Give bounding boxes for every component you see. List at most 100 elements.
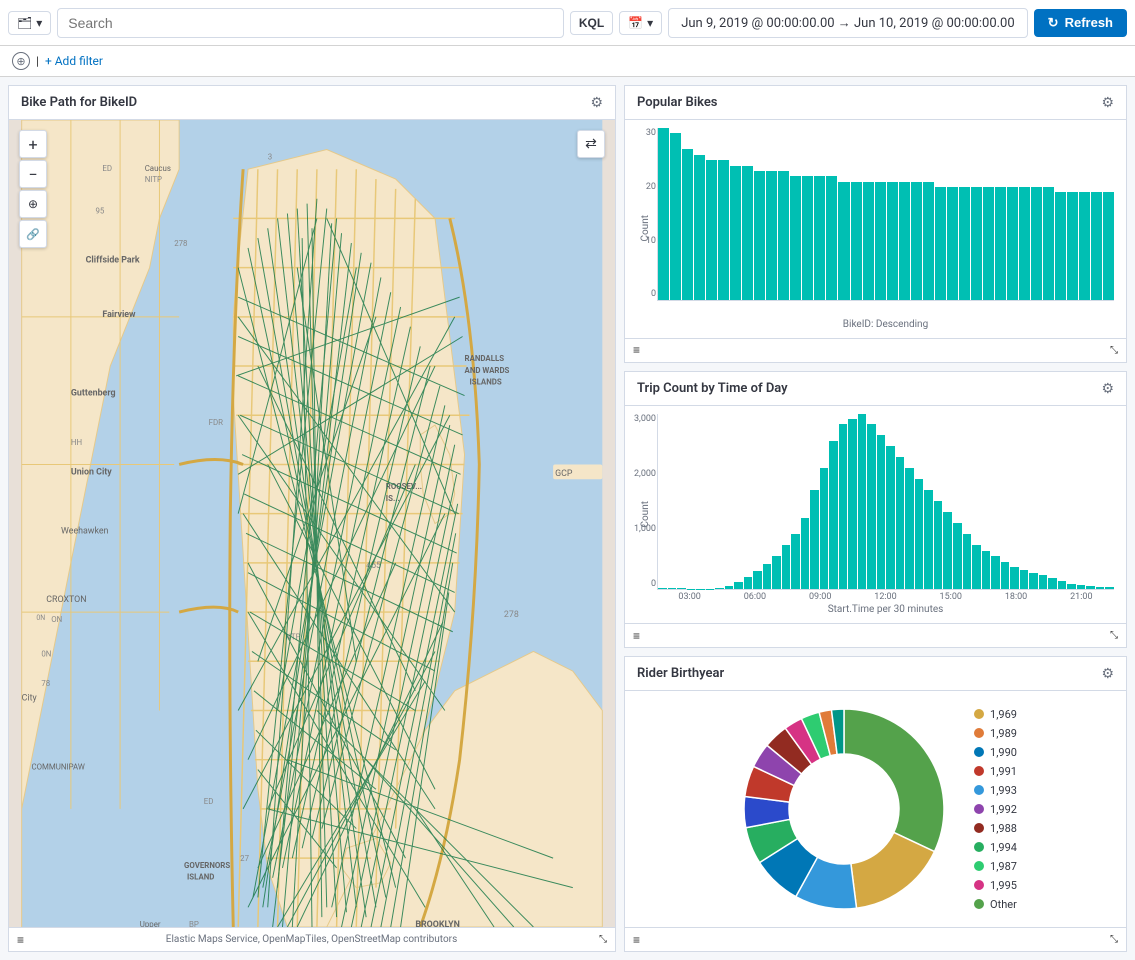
- bar: [991, 556, 1000, 589]
- bar: [953, 523, 962, 589]
- filter-options-button[interactable]: ⊕: [12, 52, 30, 70]
- bar: [972, 545, 981, 589]
- filter-divider: |: [36, 54, 39, 68]
- index-selector[interactable]: 🗂 ▾: [8, 11, 51, 35]
- refresh-label: Refresh: [1065, 15, 1113, 30]
- trip-count-footer: ≡ ⤡: [625, 623, 1126, 647]
- bar: [1019, 187, 1030, 300]
- chart-list-icon[interactable]: ≡: [633, 629, 640, 643]
- bar: [694, 155, 705, 300]
- bar: [810, 490, 819, 589]
- chart-expand-icon[interactable]: ⤡: [1110, 345, 1118, 356]
- bar: [995, 187, 1006, 300]
- bar: [658, 588, 667, 589]
- crosshair-button[interactable]: ⊕: [19, 190, 47, 218]
- legend-item: 1,989: [974, 727, 1017, 740]
- date-range-display[interactable]: Jun 9, 2019 @ 00:00:00.00 → Jun 10, 2019…: [668, 8, 1027, 38]
- bar: [820, 468, 829, 589]
- legend-item: 1,993: [974, 784, 1017, 797]
- bar: [1105, 587, 1114, 589]
- donut-chart: [734, 699, 954, 919]
- bar: [706, 160, 717, 299]
- popular-bikes-gear-button[interactable]: ⚙: [1101, 94, 1114, 111]
- map-toggle-button[interactable]: ⇄: [577, 130, 605, 158]
- bar: [670, 133, 681, 299]
- rider-birthyear-panel: Rider Birthyear ⚙ 1,9691,9891,9901,9911,…: [624, 656, 1127, 952]
- rider-birthyear-footer: ≡ ⤡: [625, 927, 1126, 951]
- add-filter-button[interactable]: + Add filter: [45, 54, 103, 68]
- legend-dot: [974, 861, 984, 871]
- bar: [826, 176, 837, 299]
- rider-birthyear-gear-button[interactable]: ⚙: [1101, 665, 1114, 682]
- bar: [668, 588, 677, 589]
- trip-count-x-title: Start.Time per 30 minutes: [657, 604, 1114, 615]
- popular-bikes-bar-group: [658, 128, 1114, 300]
- bar: [839, 424, 848, 589]
- link-button[interactable]: 🔗: [19, 220, 47, 248]
- legend-label: 1,994: [990, 841, 1017, 854]
- map-gear-button[interactable]: ⚙: [590, 94, 603, 111]
- chart-list-icon[interactable]: ≡: [633, 933, 640, 947]
- bar: [1067, 584, 1076, 589]
- zoom-out-button[interactable]: −: [19, 160, 47, 188]
- trip-count-gear-button[interactable]: ⚙: [1101, 380, 1114, 397]
- chart-expand-icon[interactable]: ⤡: [1110, 934, 1118, 945]
- map-container[interactable]: GCP Cliffside Park 95 Fairview Guttenber…: [9, 120, 615, 927]
- bar: [915, 479, 924, 589]
- trip-count-title: Trip Count by Time of Day: [637, 381, 788, 396]
- bike-paths-overlay: [9, 120, 615, 927]
- bar: [851, 182, 862, 300]
- bar: [848, 419, 857, 589]
- chevron-down-icon: ▾: [647, 16, 653, 30]
- bar: [886, 446, 895, 589]
- bar: [1048, 578, 1057, 589]
- bar: [899, 182, 910, 300]
- bar: [1043, 187, 1054, 300]
- bar: [1010, 567, 1019, 589]
- bar: [1096, 587, 1105, 589]
- list-icon[interactable]: ≡: [17, 933, 24, 947]
- bar: [934, 501, 943, 589]
- bar: [1091, 192, 1102, 299]
- legend-item: 1,995: [974, 879, 1017, 892]
- chart-list-icon[interactable]: ≡: [633, 343, 640, 357]
- legend-dot: [974, 804, 984, 814]
- legend-label: 1,991: [990, 765, 1017, 778]
- bar: [1029, 573, 1038, 589]
- bar: [766, 171, 777, 300]
- kql-button[interactable]: KQL: [570, 11, 613, 35]
- rider-birthyear-title: Rider Birthyear: [637, 666, 724, 681]
- y-tick: 20: [646, 182, 656, 192]
- calendar-button[interactable]: 📅 ▾: [619, 11, 662, 35]
- refresh-button[interactable]: ↻ Refresh: [1034, 9, 1127, 37]
- y-tick: 2,000: [634, 469, 656, 479]
- legend-dot: [974, 785, 984, 795]
- x-tick: 12:00: [874, 592, 896, 602]
- map-attribution: Elastic Maps Service, OpenMapTiles, Open…: [166, 934, 457, 945]
- chart-expand-icon[interactable]: ⤡: [1110, 630, 1118, 641]
- bar: [744, 577, 753, 589]
- bar: [943, 512, 952, 589]
- bar: [858, 414, 867, 590]
- zoom-in-button[interactable]: +: [19, 130, 47, 158]
- rider-birthyear-header: Rider Birthyear ⚙: [625, 657, 1126, 691]
- expand-icon[interactable]: ⤡: [599, 934, 607, 945]
- bar: [802, 176, 813, 299]
- bar: [1086, 586, 1095, 589]
- x-tick: 18:00: [1005, 592, 1027, 602]
- legend-item: 1,990: [974, 746, 1017, 759]
- bar: [763, 564, 772, 589]
- bar: [1031, 187, 1042, 300]
- search-input[interactable]: [57, 8, 564, 38]
- map-panel-title: Bike Path for BikeID: [21, 95, 137, 110]
- y-tick: 0: [651, 289, 656, 299]
- bar: [754, 171, 765, 300]
- main-content: Bike Path for BikeID ⚙: [0, 77, 1135, 960]
- popular-bikes-title: Popular Bikes: [637, 95, 718, 110]
- bar: [725, 586, 734, 589]
- legend-dot: [974, 709, 984, 719]
- bar: [947, 187, 958, 300]
- x-tick: 09:00: [809, 592, 831, 602]
- bar: [1079, 192, 1090, 299]
- bar: [923, 182, 934, 300]
